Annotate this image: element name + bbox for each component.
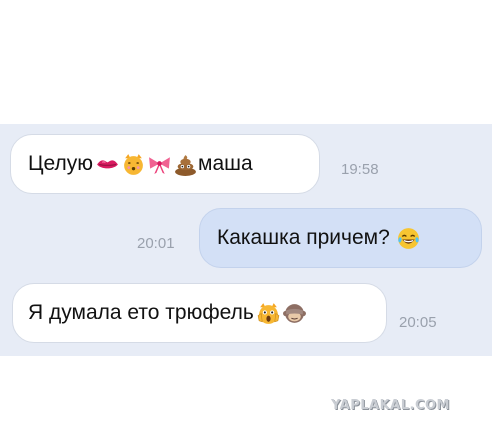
message-text: Какашка причем? — [217, 226, 390, 249]
watermark: YAPLAKAL.COM — [331, 398, 450, 413]
message-timestamp: 20:01 — [137, 235, 175, 252]
see-no-evil-monkey-icon — [282, 301, 307, 326]
message-timestamp: 19:58 — [341, 161, 379, 178]
poop-icon — [173, 152, 198, 177]
kissing-cat-icon — [121, 152, 146, 177]
message-text: Я думала ето трюфель — [28, 301, 254, 324]
message-bubble-outgoing[interactable]: Какашка причем? — [199, 208, 482, 268]
message-bubble-incoming[interactable]: Целую маша — [10, 134, 320, 194]
tears-of-joy-icon — [396, 226, 421, 251]
message-text-after: маша — [198, 152, 253, 175]
ribbon-bow-icon — [147, 152, 172, 177]
kiss-lips-icon — [95, 152, 120, 177]
message-text: Целую — [28, 152, 94, 175]
screaming-cat-icon — [256, 301, 281, 326]
message-timestamp: 20:05 — [399, 314, 437, 331]
message-bubble-incoming[interactable]: Я думала ето трюфель — [12, 283, 387, 343]
